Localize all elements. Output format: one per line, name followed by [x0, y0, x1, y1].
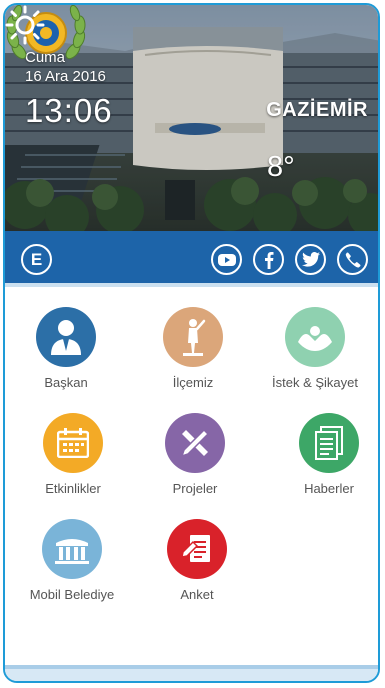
- menu-item-haberler[interactable]: Haberler: [269, 413, 378, 496]
- menu-item-label: Başkan: [44, 375, 88, 390]
- menu-item-istek-sikayet[interactable]: İstek & Şikayet: [255, 307, 375, 390]
- menu-item-ilcemiz[interactable]: İlçemiz: [133, 307, 253, 390]
- app-frame: Cuma 16 Ara 2016 13:06 GAZİEMİR 8° E Baş…: [3, 3, 380, 683]
- menu-item-etkinlikler[interactable]: Etkinlikler: [13, 413, 133, 496]
- menu-item-label: Anket: [180, 587, 214, 602]
- bottom-bar: [5, 665, 378, 681]
- date-label: 16 Ara 2016: [25, 68, 106, 85]
- menu-item-label: Projeler: [172, 481, 218, 496]
- calendar-icon: [43, 413, 103, 473]
- city-name: GAZİEMİR: [266, 99, 368, 121]
- menu-item-label: Mobil Belediye: [29, 587, 115, 602]
- phone-icon[interactable]: [337, 244, 368, 275]
- menu-item-label: İstek & Şikayet: [272, 375, 358, 390]
- temperature-value: 8°: [267, 151, 295, 183]
- menu-item-mobil-belediye[interactable]: Mobil Belediye: [12, 519, 132, 602]
- youtube-icon[interactable]: [211, 244, 242, 275]
- statue-icon: [163, 307, 223, 367]
- menu-item-label: Haberler: [304, 481, 354, 496]
- menu-item-anket[interactable]: Anket: [137, 519, 257, 602]
- hands-icon: [285, 307, 345, 367]
- menu-item-label: Etkinlikler: [45, 481, 101, 496]
- social-bar: E: [5, 231, 378, 287]
- document-icon: [299, 413, 359, 473]
- menu-item-projeler[interactable]: Projeler: [135, 413, 255, 496]
- sun-icon: [5, 5, 45, 45]
- building-icon: [42, 519, 102, 579]
- clock-time: 13:06: [25, 92, 113, 129]
- menu-item-baskan[interactable]: Başkan: [6, 307, 126, 390]
- twitter-icon[interactable]: [295, 244, 326, 275]
- person-icon: [36, 307, 96, 367]
- header-banner: Cuma 16 Ara 2016 13:06 GAZİEMİR 8°: [5, 5, 378, 231]
- menu-item-label: İlçemiz: [172, 375, 214, 390]
- survey-icon: [167, 519, 227, 579]
- facebook-icon[interactable]: [253, 244, 284, 275]
- language-button[interactable]: E: [21, 244, 52, 275]
- ruler-pencil-icon: [165, 413, 225, 473]
